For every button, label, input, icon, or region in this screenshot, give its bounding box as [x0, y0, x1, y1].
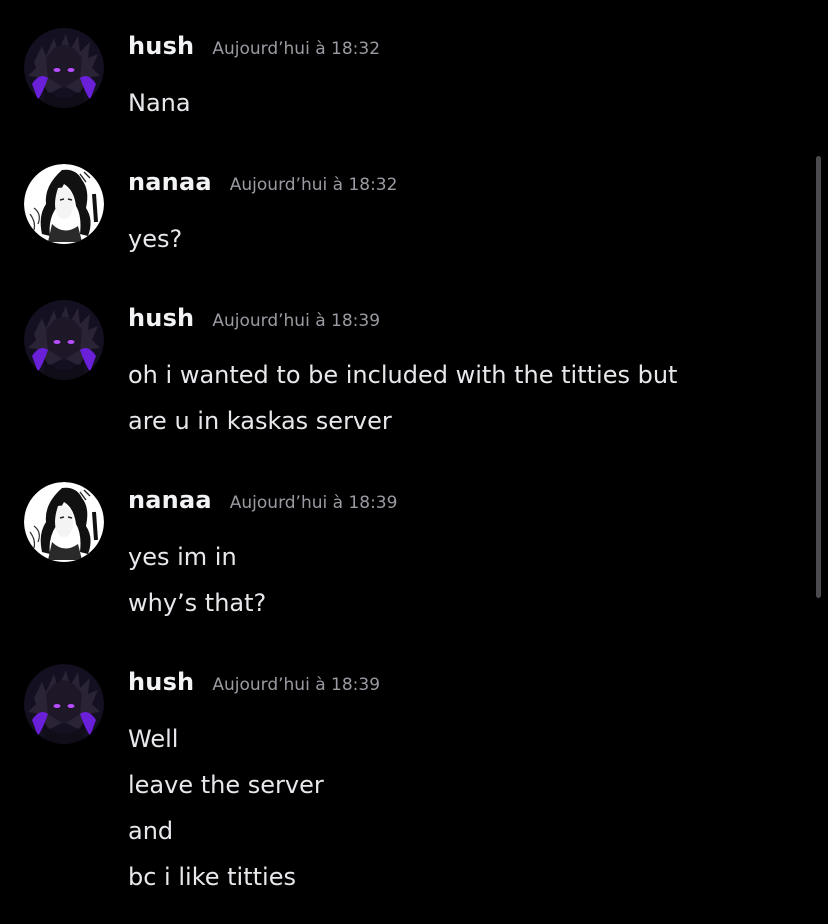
- message-group: hush Aujourd’hui à 18:39 Well leave the …: [0, 664, 800, 902]
- message-header: nanaa Aujourd’hui à 18:32: [128, 168, 397, 202]
- message-header: hush Aujourd’hui à 18:32: [128, 32, 380, 66]
- avatar[interactable]: [24, 664, 104, 744]
- avatar[interactable]: [24, 300, 104, 380]
- username[interactable]: hush: [128, 668, 194, 696]
- nanaa-avatar-icon: [24, 164, 104, 244]
- message-group: hush Aujourd’hui à 18:32 Nana: [0, 28, 800, 128]
- username[interactable]: hush: [128, 304, 194, 332]
- message-header: hush Aujourd’hui à 18:39: [128, 668, 380, 702]
- message-content: oh i wanted to be included with the titt…: [128, 352, 677, 444]
- message-content: Nana: [128, 80, 191, 126]
- timestamp: Aujourd’hui à 18:39: [212, 675, 381, 695]
- avatar[interactable]: [24, 28, 104, 108]
- username[interactable]: nanaa: [128, 168, 212, 196]
- message-group: nanaa Aujourd’hui à 18:32 yes?: [0, 164, 800, 264]
- hush-avatar-icon: [24, 300, 104, 380]
- message-content: yes im in why’s that?: [128, 534, 266, 626]
- message-content: Well leave the server and bc i like titt…: [128, 716, 324, 900]
- timestamp: Aujourd’hui à 18:32: [229, 175, 398, 195]
- message-line: Nana: [128, 89, 191, 117]
- timestamp: Aujourd’hui à 18:32: [212, 39, 381, 59]
- message-line: oh i wanted to be included with the titt…: [128, 361, 678, 389]
- message-line: bc i like titties: [128, 863, 296, 891]
- message-header: hush Aujourd’hui à 18:39: [128, 304, 380, 338]
- timestamp: Aujourd’hui à 18:39: [212, 311, 381, 331]
- hush-avatar-icon: [24, 28, 104, 108]
- message-header: nanaa Aujourd’hui à 18:39: [128, 486, 397, 520]
- message-line: are u in kaskas server: [128, 407, 392, 435]
- nanaa-avatar-icon: [24, 482, 104, 562]
- username[interactable]: hush: [128, 32, 194, 60]
- message-line: why’s that?: [128, 589, 267, 617]
- chat-message-list[interactable]: hush Aujourd’hui à 18:32 Nana nanaa Aujo…: [0, 0, 828, 924]
- message-line: yes im in: [128, 543, 237, 571]
- message-line: and: [128, 817, 174, 845]
- message-line: yes?: [128, 225, 183, 253]
- scrollbar-thumb[interactable]: [816, 156, 821, 598]
- message-group: nanaa Aujourd’hui à 18:39 yes im in why’…: [0, 482, 800, 628]
- message-line: Well: [128, 725, 179, 753]
- hush-avatar-icon: [24, 664, 104, 744]
- message-content: yes?: [128, 216, 182, 262]
- message-line: leave the server: [128, 771, 324, 799]
- message-group: hush Aujourd’hui à 18:39 oh i wanted to …: [0, 300, 800, 446]
- avatar[interactable]: [24, 164, 104, 244]
- username[interactable]: nanaa: [128, 486, 212, 514]
- timestamp: Aujourd’hui à 18:39: [229, 493, 398, 513]
- avatar[interactable]: [24, 482, 104, 562]
